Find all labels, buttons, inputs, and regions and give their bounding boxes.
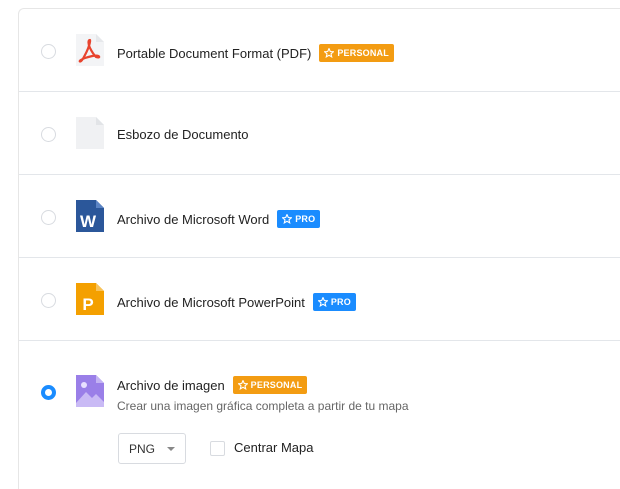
badge-text: PRO	[295, 214, 316, 224]
format-label-row: Archivo de Microsoft PowerPoint PRO	[117, 293, 356, 311]
format-label-row: Archivo de imagen PERSONAL	[117, 376, 308, 394]
format-label-row: Portable Document Format (PDF) PERSONAL	[117, 44, 394, 62]
radio-image[interactable]	[41, 385, 56, 400]
chevron-down-icon	[167, 447, 175, 451]
format-label-row: Esbozo de Documento	[117, 127, 249, 142]
document-draft-icon	[74, 117, 106, 149]
image-icon	[74, 375, 106, 407]
star-icon	[282, 214, 293, 224]
radio-word[interactable]	[41, 210, 56, 225]
svg-text:W: W	[80, 212, 97, 231]
image-format-description: Crear una imagen gráfica completa a part…	[117, 399, 409, 413]
badge-text: PERSONAL	[337, 48, 389, 58]
format-option-word[interactable]: W Archivo de Microsoft Word PRO	[19, 175, 620, 258]
format-option-draft[interactable]: Esbozo de Documento	[19, 92, 620, 175]
format-option-pdf[interactable]: Portable Document Format (PDF) PERSONAL	[19, 9, 620, 92]
radio-pdf[interactable]	[41, 44, 56, 59]
format-label-image: Archivo de imagen	[117, 377, 225, 393]
badge-text: PERSONAL	[250, 380, 303, 390]
personal-badge: PERSONAL	[319, 44, 394, 62]
format-label-pdf: Portable Document Format (PDF)	[117, 45, 312, 61]
pro-badge: PRO	[277, 210, 321, 228]
svg-text:P: P	[82, 295, 93, 314]
radio-powerpoint[interactable]	[41, 293, 56, 308]
center-map-checkbox[interactable]	[210, 441, 225, 456]
format-label-word: Archivo de Microsoft Word	[117, 211, 270, 227]
star-icon	[317, 297, 328, 307]
pdf-icon	[74, 34, 106, 66]
image-format-select[interactable]: PNG	[118, 433, 186, 464]
format-label-row: Archivo de Microsoft Word PRO	[117, 210, 321, 228]
pro-badge: PRO	[312, 293, 356, 311]
powerpoint-icon: P	[74, 283, 106, 315]
star-icon	[237, 380, 248, 390]
personal-badge: PERSONAL	[232, 376, 308, 394]
radio-draft[interactable]	[41, 127, 56, 142]
word-icon: W	[74, 200, 106, 232]
format-label-powerpoint: Archivo de Microsoft PowerPoint	[117, 294, 305, 310]
badge-text: PRO	[330, 297, 351, 307]
format-label-draft: Esbozo de Documento	[117, 127, 249, 142]
center-map-label[interactable]: Centrar Mapa	[234, 440, 313, 455]
image-format-value: PNG	[129, 441, 156, 456]
format-option-powerpoint[interactable]: P Archivo de Microsoft PowerPoint PRO	[19, 258, 620, 341]
export-format-panel: Portable Document Format (PDF) PERSONAL …	[18, 8, 620, 489]
star-icon	[324, 48, 335, 58]
format-option-image[interactable]: Archivo de imagen PERSONAL Crear una ima…	[19, 341, 620, 489]
